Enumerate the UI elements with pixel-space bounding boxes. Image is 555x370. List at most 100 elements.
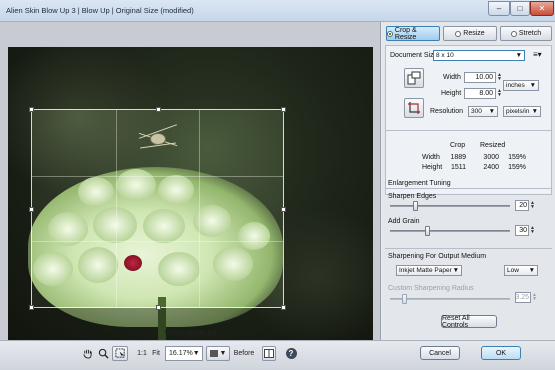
cancel-button[interactable]: Cancel (420, 346, 460, 360)
chevron-down-icon: ▼ (488, 108, 495, 115)
divider (386, 130, 551, 131)
height-spinner[interactable]: ▲ ▼ (497, 89, 502, 98)
sharpening-strength-dropdown[interactable]: Low ▼ (504, 265, 538, 276)
custom-radius-thumb[interactable] (402, 294, 407, 304)
sharpen-edges-value[interactable]: 20 (515, 200, 529, 211)
crop-shade (284, 109, 373, 308)
compare-view-icon[interactable] (262, 346, 276, 361)
before-label[interactable]: Before (233, 346, 255, 361)
add-grain-slider[interactable] (390, 226, 510, 236)
resolution-unit-dropdown[interactable]: pixels/in ▼ (503, 106, 541, 117)
tuning-heading: Enlargement Tuning (388, 180, 451, 187)
zoom-1to1-button[interactable]: 1:1 (136, 346, 148, 361)
width-spinner[interactable]: ▲ ▼ (497, 73, 502, 82)
add-grain-label: Add Grain (388, 218, 420, 225)
radio-icon (387, 30, 393, 37)
swap-orientation-button[interactable] (404, 68, 424, 88)
chevron-down-icon: ▼ (528, 267, 535, 274)
width-percent: 159% (508, 154, 526, 161)
hand-tool-icon[interactable] (80, 346, 94, 361)
custom-radius-label: Custom Sharpening Radius (388, 285, 474, 292)
preview-pane: Macro Spider.jpg (0, 22, 381, 370)
unit-dropdown[interactable]: inches ▼ (503, 80, 539, 91)
crop-select-tool-icon[interactable] (112, 346, 128, 361)
sharpen-spinner[interactable]: ▲ ▼ (530, 201, 535, 210)
reset-crop-button[interactable] (404, 98, 424, 118)
close-button[interactable]: ✕ (530, 1, 554, 16)
document-size-value: 8 x 10 (436, 52, 454, 59)
add-grain-thumb[interactable] (425, 226, 430, 236)
width-label: Width (443, 74, 461, 81)
document-size-label: Document Size (390, 52, 438, 59)
chevron-down-icon: ▼ (515, 52, 522, 59)
mode-stretch-button[interactable]: Stretch (500, 26, 552, 41)
title-bar: Alien Skin Blow Up 3 | Blow Up | Origina… (0, 0, 555, 22)
mode-resize-label: Resize (463, 30, 485, 37)
radio-icon (510, 30, 517, 37)
resolution-unit-value: pixels/in (506, 108, 530, 115)
height-label: Height (441, 90, 462, 97)
crop-shade (8, 47, 373, 109)
bottom-toolbar: 1:1 Fit 16.17% ▼ ▼ Before ? Cancel OK (0, 340, 555, 370)
zoom-tool-icon[interactable] (96, 346, 110, 361)
mode-stretch-label: Stretch (518, 30, 542, 37)
split-view-icon (209, 350, 218, 357)
divider (385, 248, 552, 249)
preview-image[interactable] (8, 47, 373, 342)
crop-column-header: Crop (450, 142, 466, 149)
sharpen-edges-label: Sharpen Edges (388, 193, 437, 200)
add-grain-value[interactable]: 30 (515, 225, 529, 236)
chevron-down-icon: ▼ (452, 267, 459, 274)
crop-shade (8, 109, 31, 308)
crop-height-row-label: Height (422, 164, 443, 171)
resized-height-value: 2400 (483, 164, 499, 171)
help-icon[interactable]: ? (284, 346, 298, 361)
radius-spinner[interactable]: ▲ ▼ (532, 293, 537, 302)
document-size-dropdown[interactable]: 8 x 10 ▼ (433, 50, 525, 61)
sharpen-edges-thumb[interactable] (413, 201, 418, 211)
minimize-button[interactable]: – (488, 1, 510, 16)
chevron-down-icon: ▼ (219, 350, 227, 357)
crop-icon (408, 102, 420, 114)
image-filename: Macro Spider.jpg (164, 330, 217, 337)
reset-all-controls-button[interactable]: Reset All Controls (441, 315, 497, 329)
mode-crop-resize-button[interactable]: Crop & Resize (386, 26, 440, 41)
resolution-dropdown[interactable]: 300 ▼ (468, 106, 498, 117)
maximize-button[interactable]: □ (510, 1, 530, 16)
output-medium-dropdown[interactable]: Inkjet Matte Paper ▼ (396, 265, 462, 276)
chevron-down-icon: ▼ (192, 350, 200, 357)
resolution-label: Resolution (430, 108, 464, 115)
height-percent: 159% (508, 164, 526, 171)
sharpening-strength-value: Low (507, 267, 519, 274)
crop-handle-left[interactable] (29, 206, 34, 212)
crop-rectangle[interactable] (29, 107, 286, 310)
before-view-dropdown[interactable]: ▼ (206, 346, 230, 361)
crop-handle-right[interactable] (281, 206, 286, 212)
resolution-value: 300 (471, 108, 482, 115)
crop-width-row-label: Width (422, 154, 440, 161)
window-title: Alien Skin Blow Up 3 | Blow Up | Origina… (6, 6, 194, 15)
crop-handle-top-right[interactable] (281, 107, 286, 112)
mode-resize-button[interactable]: Resize (443, 26, 497, 41)
grain-spinner[interactable]: ▲ ▼ (530, 226, 535, 235)
unit-value: inches (506, 82, 525, 89)
divider (385, 188, 552, 189)
height-field[interactable]: 8.00 (464, 88, 496, 99)
output-medium-value: Inkjet Matte Paper (399, 267, 452, 274)
custom-radius-value[interactable]: 3.25 (515, 292, 531, 303)
crop-handle-bottom-left[interactable] (29, 305, 34, 310)
crop-handle-top-left[interactable] (29, 107, 34, 112)
crop-handle-top[interactable] (155, 107, 161, 112)
menu-icon[interactable]: ≡▾ (533, 50, 542, 59)
ok-button[interactable]: OK (481, 346, 521, 360)
crop-handle-bottom-right[interactable] (281, 305, 286, 310)
zoom-dropdown[interactable]: 16.17% ▼ (165, 346, 203, 361)
zoom-fit-button[interactable]: Fit (150, 346, 162, 361)
sharpen-edges-slider[interactable] (390, 201, 510, 211)
custom-radius-slider[interactable] (390, 294, 510, 304)
control-panel: Crop & Resize Resize Stretch Document Si… (382, 22, 555, 340)
resized-column-header: Resized (480, 142, 506, 149)
resized-width-value: 3000 (483, 154, 499, 161)
width-field[interactable]: 10.00 (464, 72, 496, 83)
crop-handle-bottom[interactable] (155, 305, 161, 310)
